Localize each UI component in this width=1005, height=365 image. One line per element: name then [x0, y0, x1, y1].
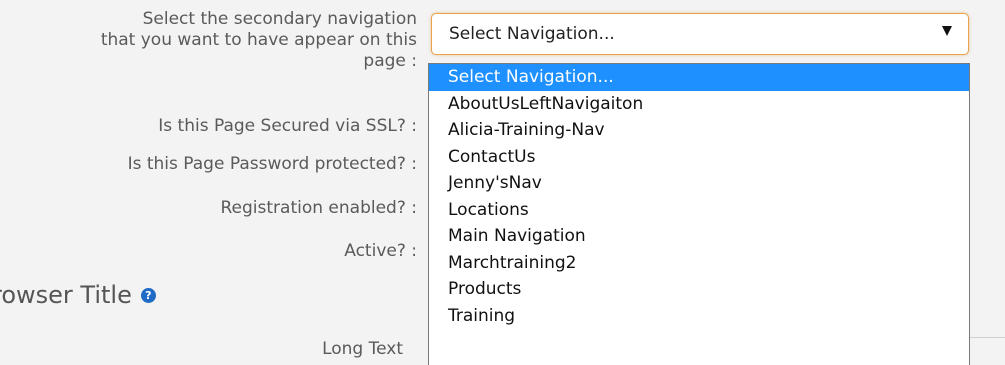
dropdown-option-marchtraining2[interactable]: Marchtraining2 [429, 250, 969, 277]
caret-down-icon [942, 26, 952, 36]
dropdown-option-select-navigation[interactable]: Select Navigation... [429, 64, 969, 91]
dropdown-option-jennysnav[interactable]: Jenny'sNav [429, 170, 969, 197]
active-label: Active? : [344, 241, 417, 261]
dropdown-option-alicia-training-nav[interactable]: Alicia-Training-Nav [429, 117, 969, 144]
password-protected-label: Is this Page Password protected? : [127, 154, 417, 174]
dropdown-option-locations[interactable]: Locations [429, 197, 969, 224]
browser-title-heading: rowser Title ? [0, 279, 156, 311]
dropdown-option-training[interactable]: Training [429, 303, 969, 330]
ssl-label: Is this Page Secured via SSL? : [158, 116, 417, 136]
select-value: Select Navigation... [449, 24, 615, 44]
browser-title-text: rowser Title [0, 281, 132, 309]
navigation-dropdown-list[interactable]: Select Navigation... AboutUsLeftNavigait… [428, 63, 970, 365]
secondary-navigation-select[interactable]: Select Navigation... [431, 13, 969, 55]
secondary-navigation-label-line-3: page : [363, 51, 417, 71]
dropdown-option-contactus[interactable]: ContactUs [429, 144, 969, 171]
dropdown-option-main-navigation[interactable]: Main Navigation [429, 223, 969, 250]
long-text-field-border [970, 337, 1005, 338]
dropdown-option-aboutusleftnavigaiton[interactable]: AboutUsLeftNavigaiton [429, 91, 969, 118]
question-icon[interactable]: ? [140, 287, 156, 303]
secondary-navigation-label-line-1: Select the secondary navigation [142, 9, 417, 29]
long-text-label: Long Text [322, 339, 403, 359]
secondary-navigation-label-line-2: that you want to have appear on this [100, 30, 417, 50]
dropdown-option-products[interactable]: Products [429, 276, 969, 303]
secondary-navigation-label: Select the secondary navigation that you… [0, 9, 417, 72]
registration-enabled-label: Registration enabled? : [220, 198, 418, 218]
